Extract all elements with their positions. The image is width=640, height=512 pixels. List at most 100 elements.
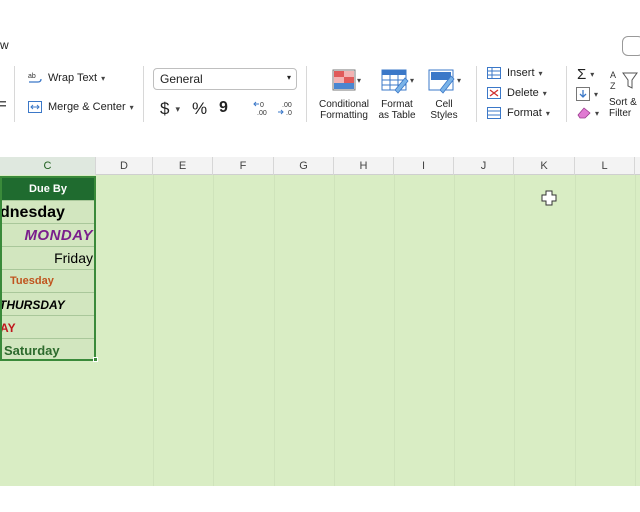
chevron-down-icon: ▾ (545, 108, 550, 118)
chevron-down-icon: ▾ (542, 88, 547, 98)
increase-decimal-icon: 0 .00 (253, 101, 267, 116)
due-day-text: dnesday (2, 204, 65, 221)
clear-button[interactable]: ▾ (577, 107, 599, 119)
grid-line (575, 175, 576, 486)
delete-cells-button[interactable]: Delete ▾ (487, 87, 547, 99)
ribbon-separator (306, 66, 307, 122)
number-format-select[interactable]: General ▾ (153, 68, 297, 90)
due-day-text: MONDAY (24, 227, 93, 244)
column-headers: C D E F G H I J K L (0, 157, 640, 175)
table-row[interactable]: Tuesday (2, 270, 94, 293)
column-header-i[interactable]: I (394, 157, 454, 175)
conditional-formatting-label-2: Formatting (320, 110, 368, 121)
merge-center-button[interactable]: Merge & Center ▾ (28, 101, 134, 113)
ribbon-separator (476, 66, 477, 122)
ribbon-separator (143, 66, 144, 122)
column-header-c[interactable]: C (0, 157, 96, 175)
column-header-l[interactable]: L (575, 157, 635, 175)
percent-symbol: % (192, 99, 208, 118)
comments-icon[interactable] (622, 36, 640, 56)
decrease-decimal-icon: .00 .0 (278, 102, 292, 116)
format-as-table-label-1: Format (381, 99, 413, 110)
sort-filter-label-1: Sort & (609, 97, 637, 108)
table-row[interactable]: Saturday (2, 339, 94, 362)
grid-line (454, 175, 455, 486)
merge-center-label: Merge & Center (48, 101, 126, 113)
wrap-text-label: Wrap Text (48, 72, 98, 84)
table-header-cell[interactable]: Due By (2, 178, 94, 201)
decrease-decimal-button[interactable]: .00 .0 (277, 100, 297, 116)
wrap-text-icon: ab (28, 73, 42, 83)
delete-label: Delete (507, 87, 539, 99)
column-header-j[interactable]: J (454, 157, 514, 175)
increase-decimal-button[interactable]: 0 .00 (253, 100, 273, 116)
column-header-f[interactable]: F (213, 157, 274, 175)
conditional-formatting-button[interactable]: ▾ Conditional Formatting (316, 68, 372, 121)
chevron-down-icon: ▾ (594, 89, 599, 99)
window-top-strip (0, 0, 640, 28)
cell-styles-icon: ▾ (428, 69, 461, 94)
chevron-down-icon: ▾ (175, 103, 180, 114)
chevron-down-icon: ▾ (129, 102, 134, 112)
format-as-table-button[interactable]: ▾ Format as Table (374, 68, 420, 121)
format-cells-icon (487, 107, 501, 119)
column-header-e[interactable]: E (153, 157, 213, 175)
fill-button[interactable]: ▾ (576, 87, 598, 101)
table-row[interactable]: THURSDAY (2, 293, 94, 316)
table-row[interactable]: AY (2, 316, 94, 339)
chevron-down-icon: ▾ (286, 73, 291, 82)
svg-text:Z: Z (610, 81, 616, 91)
autosum-button[interactable]: Σ ▾ (577, 66, 594, 83)
merge-center-icon (28, 101, 42, 113)
svg-text:.00: .00 (282, 102, 292, 109)
comma-style-button[interactable]: 9 (219, 99, 228, 117)
format-as-table-label-2: as Table (378, 110, 416, 121)
due-by-table[interactable]: Due By dnesday MONDAY Friday Tuesday THU… (0, 176, 96, 361)
number-format-value: General (160, 72, 203, 86)
table-row[interactable]: MONDAY (2, 224, 94, 247)
column-header-h[interactable]: H (334, 157, 394, 175)
chevron-down-icon: ▾ (590, 70, 595, 79)
currency-button[interactable]: $ ▾ (160, 99, 180, 119)
due-day-text: Friday (54, 250, 93, 266)
format-cells-button[interactable]: Format ▾ (487, 107, 550, 119)
svg-text:▾: ▾ (410, 76, 414, 85)
percent-button[interactable]: % (192, 99, 207, 119)
cell-styles-button[interactable]: ▾ Cell Styles (422, 68, 466, 121)
worksheet-grid[interactable] (0, 175, 640, 486)
grid-line (213, 175, 214, 486)
menu-fragment[interactable]: w (0, 38, 9, 52)
chevron-down-icon: ▾ (538, 68, 543, 78)
column-header-k[interactable]: K (514, 157, 575, 175)
column-header-g[interactable]: G (274, 157, 334, 175)
cell-styles-label-1: Cell (435, 99, 453, 110)
fill-down-icon (576, 87, 590, 101)
align-lines-icon (0, 101, 6, 107)
fill-handle[interactable] (93, 357, 98, 362)
table-row[interactable]: dnesday (2, 201, 94, 224)
due-day-text: AY (2, 321, 16, 335)
chevron-down-icon: ▾ (595, 108, 600, 118)
sheet-bottom-area (0, 486, 640, 512)
column-header-d[interactable]: D (96, 157, 153, 175)
insert-cells-button[interactable]: Insert ▾ (487, 67, 543, 79)
svg-text:▾: ▾ (357, 76, 361, 85)
due-day-text: THURSDAY (2, 298, 65, 312)
align-icon[interactable] (0, 100, 6, 110)
ribbon-separator (14, 66, 15, 122)
insert-label: Insert (507, 67, 535, 79)
table-row[interactable]: Friday (2, 247, 94, 270)
grid-line (153, 175, 154, 486)
formula-bar[interactable] (0, 130, 640, 158)
table-header-text: Due By (29, 183, 67, 195)
grid-line (274, 175, 275, 486)
eraser-icon (577, 107, 591, 119)
conditional-formatting-icon: ▾ (332, 69, 361, 91)
svg-text:▾: ▾ (457, 76, 461, 85)
due-day-text: Tuesday (10, 275, 54, 287)
sort-filter-button[interactable]: A Z Sort & Filter (609, 68, 640, 119)
comma-symbol: 9 (219, 99, 228, 116)
format-label: Format (507, 107, 542, 119)
wrap-text-button[interactable]: ab Wrap Text ▾ (28, 71, 105, 85)
grid-line (635, 175, 636, 486)
